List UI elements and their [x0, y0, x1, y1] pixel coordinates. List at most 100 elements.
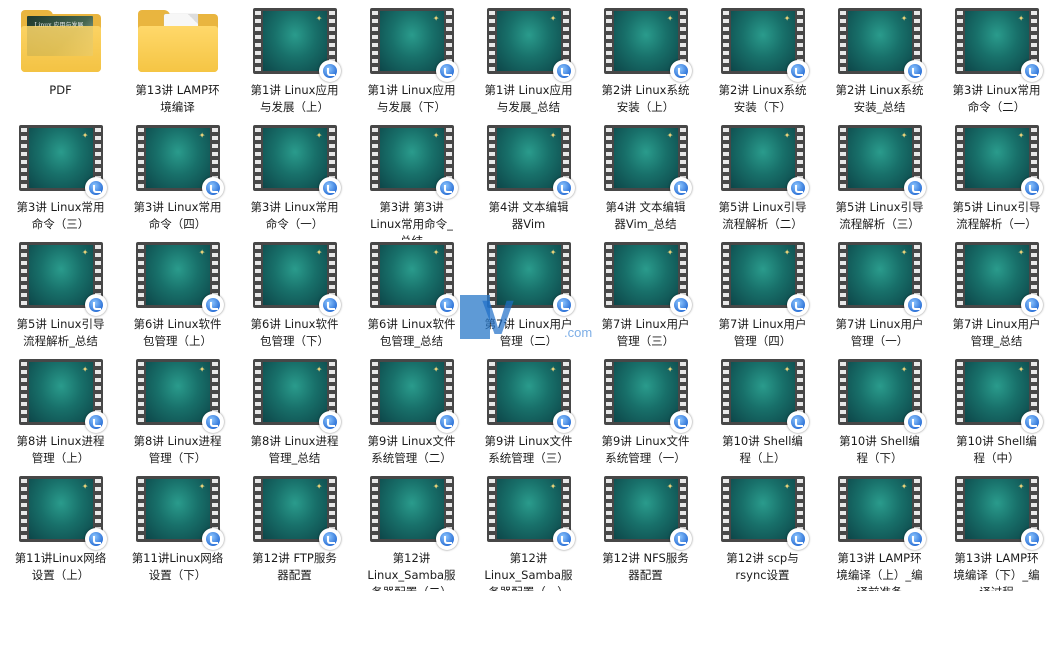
- file-item[interactable]: ✦ 第12讲 Linux_Samba服 务器配置（一）: [470, 474, 587, 591]
- file-item[interactable]: ✦ 第1讲 Linux应用 与发展（上）: [236, 6, 353, 123]
- video-preview: ✦: [496, 245, 561, 305]
- film-perforation: [605, 479, 612, 539]
- file-item[interactable]: ✦ 第8讲 Linux进程 管理（上）: [2, 357, 119, 474]
- file-name-label: 第11讲Linux网络 设置（下）: [131, 551, 224, 582]
- file-item[interactable]: ✦ 第6讲 Linux软件 包管理（上）: [119, 240, 236, 357]
- file-item[interactable]: ✦ 第12讲 Linux_Samba服 务器配置（二）: [353, 474, 470, 591]
- file-item[interactable]: ✦ 第7讲 Linux用户 管理（一）: [821, 240, 938, 357]
- corner-logo-icon: ✦: [549, 131, 557, 140]
- media-player-badge-icon: [84, 294, 107, 316]
- file-item[interactable]: ✦ 第8讲 Linux进程 管理_总结: [236, 357, 353, 474]
- film-perforation: [956, 11, 963, 71]
- film-perforation: [488, 362, 495, 422]
- file-item[interactable]: Linux 应用与发展 PDF: [2, 6, 119, 123]
- file-item[interactable]: ✦ 第2讲 Linux系统 安装_总结: [821, 6, 938, 123]
- media-player-badge-icon: [552, 411, 575, 433]
- video-preview: ✦: [613, 362, 678, 422]
- corner-logo-icon: ✦: [666, 482, 674, 491]
- file-item[interactable]: ✦ 第3讲 Linux常用 命令（二）: [938, 6, 1055, 123]
- video-file-icon: ✦: [953, 6, 1043, 82]
- video-preview: ✦: [28, 362, 93, 422]
- media-player-badge-icon: [552, 60, 575, 82]
- video-preview: ✦: [145, 128, 210, 188]
- file-name-label: 第7讲 Linux用户 管理（四）: [718, 317, 807, 348]
- file-name-label: 第13讲 LAMP环 境编译: [135, 83, 220, 114]
- file-item[interactable]: ✦ 第4讲 文本编辑 器Vim_总结: [587, 123, 704, 240]
- file-item[interactable]: ✦ 第5讲 Linux引导 流程解析（一）: [938, 123, 1055, 240]
- file-item[interactable]: ✦ 第13讲 LAMP环 境编译（上）_编 译前准备: [821, 474, 938, 591]
- file-item[interactable]: ✦ 第10讲 Shell编 程（下）: [821, 357, 938, 474]
- file-item[interactable]: ✦ 第1讲 Linux应用 与发展_总结: [470, 6, 587, 123]
- file-item[interactable]: ✦ 第11讲Linux网络 设置（下）: [119, 474, 236, 591]
- corner-logo-icon: ✦: [783, 248, 791, 257]
- file-name-label: 第10讲 Shell编 程（中）: [956, 434, 1037, 465]
- file-item[interactable]: ✦ 第9讲 Linux文件 系统管理（三）: [470, 357, 587, 474]
- corner-logo-icon: ✦: [666, 131, 674, 140]
- film-perforation: [839, 479, 846, 539]
- video-file-icon: ✦: [836, 123, 926, 199]
- media-player-badge-icon: [318, 60, 341, 82]
- file-item[interactable]: ✦ 第12讲 scp与 rsync设置: [704, 474, 821, 591]
- corner-logo-icon: ✦: [783, 131, 791, 140]
- file-item[interactable]: ✦ 第6讲 Linux软件 包管理_总结: [353, 240, 470, 357]
- corner-logo-icon: ✦: [315, 248, 323, 257]
- video-preview: ✦: [28, 479, 93, 539]
- video-file-icon: ✦: [251, 357, 341, 433]
- file-item[interactable]: ✦ 第10讲 Shell编 程（中）: [938, 357, 1055, 474]
- film-perforation: [137, 362, 144, 422]
- film-perforation: [20, 128, 27, 188]
- file-item[interactable]: ✦ 第9讲 Linux文件 系统管理（一）: [587, 357, 704, 474]
- film-perforation: [722, 362, 729, 422]
- file-name-label: 第7讲 Linux用户 管理（一）: [835, 317, 924, 348]
- file-item[interactable]: ✦ 第13讲 LAMP环 境编译（下）_编 译过程: [938, 474, 1055, 591]
- file-item[interactable]: ✦ 第1讲 Linux应用 与发展（下）: [353, 6, 470, 123]
- video-file-icon: ✦: [485, 474, 575, 550]
- media-player-badge-icon: [669, 60, 692, 82]
- corner-logo-icon: ✦: [81, 248, 89, 257]
- video-file-icon: ✦: [251, 6, 341, 82]
- video-file-icon: ✦: [485, 6, 575, 82]
- file-item[interactable]: ✦ 第2讲 Linux系统 安装（下）: [704, 6, 821, 123]
- film-perforation: [722, 128, 729, 188]
- corner-logo-icon: ✦: [432, 131, 440, 140]
- media-player-badge-icon: [552, 294, 575, 316]
- file-item[interactable]: ✦ 第10讲 Shell编 程（上）: [704, 357, 821, 474]
- video-file-icon: ✦: [953, 240, 1043, 316]
- video-preview: ✦: [613, 245, 678, 305]
- file-item[interactable]: ✦ 第7讲 Linux用户 管理（二）: [470, 240, 587, 357]
- film-perforation: [956, 362, 963, 422]
- video-file-icon: ✦: [251, 123, 341, 199]
- film-perforation: [488, 11, 495, 71]
- file-item[interactable]: ✦ 第7讲 Linux用户 管理（四）: [704, 240, 821, 357]
- media-player-badge-icon: [1020, 294, 1043, 316]
- file-item[interactable]: ✦ 第12讲 NFS服务 器配置: [587, 474, 704, 591]
- file-name-label: 第12讲 Linux_Samba服 务器配置（一）: [484, 551, 573, 591]
- file-item[interactable]: ✦ 第3讲 Linux常用 命令（一）: [236, 123, 353, 240]
- file-item[interactable]: ✦ 第12讲 FTP服务 器配置: [236, 474, 353, 591]
- file-item[interactable]: 第13讲 LAMP环 境编译: [119, 6, 236, 123]
- video-preview: ✦: [613, 479, 678, 539]
- file-name-label: 第1讲 Linux应用 与发展_总结: [484, 83, 573, 114]
- file-item[interactable]: ✦ 第3讲 Linux常用 命令（三）: [2, 123, 119, 240]
- video-file-icon: ✦: [485, 357, 575, 433]
- film-perforation: [20, 479, 27, 539]
- file-item[interactable]: ✦ 第7讲 Linux用户 管理（三）: [587, 240, 704, 357]
- file-item[interactable]: ✦ 第8讲 Linux进程 管理（下）: [119, 357, 236, 474]
- file-item[interactable]: ✦ 第7讲 Linux用户 管理_总结: [938, 240, 1055, 357]
- file-item[interactable]: ✦ 第5讲 Linux引导 流程解析_总结: [2, 240, 119, 357]
- corner-logo-icon: ✦: [1017, 482, 1025, 491]
- file-item[interactable]: ✦ 第9讲 Linux文件 系统管理（二）: [353, 357, 470, 474]
- media-player-badge-icon: [201, 294, 224, 316]
- corner-logo-icon: ✦: [198, 482, 206, 491]
- file-item[interactable]: ✦ 第3讲 第3讲 Linux常用命令_ 总结: [353, 123, 470, 240]
- file-item[interactable]: ✦ 第2讲 Linux系统 安装（上）: [587, 6, 704, 123]
- video-preview: ✦: [964, 479, 1029, 539]
- file-item[interactable]: ✦ 第4讲 文本编辑 器Vim: [470, 123, 587, 240]
- file-item[interactable]: ✦ 第3讲 Linux常用 命令（四）: [119, 123, 236, 240]
- video-preview: ✦: [730, 479, 795, 539]
- corner-logo-icon: ✦: [783, 482, 791, 491]
- file-item[interactable]: ✦ 第11讲Linux网络 设置（上）: [2, 474, 119, 591]
- file-item[interactable]: ✦ 第5讲 Linux引导 流程解析（三）: [821, 123, 938, 240]
- file-item[interactable]: ✦ 第5讲 Linux引导 流程解析（二）: [704, 123, 821, 240]
- file-item[interactable]: ✦ 第6讲 Linux软件 包管理（下）: [236, 240, 353, 357]
